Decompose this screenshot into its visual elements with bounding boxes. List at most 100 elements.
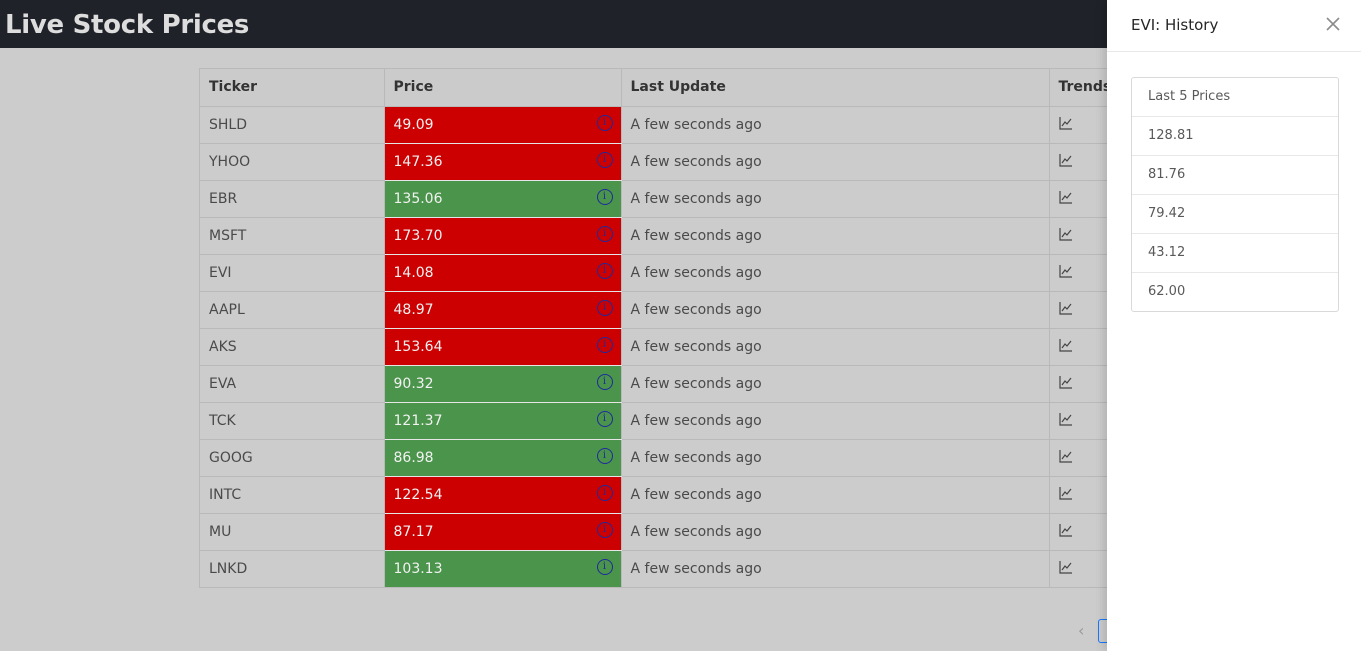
ticker-cell: LNKD	[200, 550, 385, 587]
page-title: Live Stock Prices	[5, 10, 250, 40]
header-ticker[interactable]: Ticker	[200, 69, 385, 107]
table-row[interactable]: EBR 135.06 i A few seconds ago	[200, 180, 1200, 218]
info-icon[interactable]: i	[596, 336, 613, 353]
last-update-cell: A few seconds ago	[621, 106, 1050, 144]
chevron-left-icon[interactable]: ‹	[1078, 621, 1084, 640]
ticker-cell: EVI	[200, 254, 385, 292]
price-value: 135.06	[393, 190, 443, 207]
table-row[interactable]: EVI 14.08 i A few seconds ago	[200, 254, 1200, 292]
table-row[interactable]: TCK 121.37 i A few seconds ago	[200, 402, 1200, 440]
info-icon[interactable]: i	[596, 447, 613, 464]
line-chart-icon[interactable]	[1058, 301, 1073, 315]
price-value: 122.54	[393, 486, 443, 503]
line-chart-icon[interactable]	[1058, 227, 1073, 241]
line-chart-icon[interactable]	[1058, 560, 1073, 574]
table-row[interactable]: EVA 90.32 i A few seconds ago	[200, 365, 1200, 403]
info-icon[interactable]: i	[596, 521, 613, 538]
price-cell: 122.54 i	[384, 476, 622, 514]
price-cell: 14.08 i	[384, 254, 622, 292]
last-update-cell: A few seconds ago	[621, 143, 1050, 181]
line-chart-icon[interactable]	[1058, 449, 1073, 463]
last-update-cell: A few seconds ago	[621, 180, 1050, 218]
price-cell: 135.06 i	[384, 180, 622, 218]
price-cell: 87.17 i	[384, 513, 622, 551]
table-row[interactable]: SHLD 49.09 i A few seconds ago	[200, 106, 1200, 144]
line-chart-icon[interactable]	[1058, 375, 1073, 389]
last-update-cell: A few seconds ago	[621, 254, 1050, 292]
price-cell: 173.70 i	[384, 217, 622, 255]
history-item: 79.42	[1132, 195, 1338, 234]
last-update-cell: A few seconds ago	[621, 291, 1050, 329]
header-last-update[interactable]: Last Update	[621, 69, 1050, 107]
last-update-cell: A few seconds ago	[621, 513, 1050, 551]
table-row[interactable]: AAPL 48.97 i A few seconds ago	[200, 291, 1200, 329]
price-cell: 103.13 i	[384, 550, 622, 587]
last-update-cell: A few seconds ago	[621, 217, 1050, 255]
price-cell: 153.64 i	[384, 328, 622, 366]
header-price[interactable]: Price	[384, 69, 622, 107]
line-chart-icon[interactable]	[1058, 190, 1073, 204]
price-value: 86.98	[393, 449, 434, 466]
last-update-cell: A few seconds ago	[621, 439, 1050, 477]
info-icon[interactable]: i	[596, 114, 613, 131]
info-icon[interactable]: i	[596, 262, 613, 279]
price-value: 48.97	[393, 301, 434, 318]
price-value: 147.36	[393, 153, 443, 170]
info-icon[interactable]: i	[596, 151, 613, 168]
close-icon[interactable]	[1323, 14, 1343, 34]
info-icon[interactable]: i	[596, 484, 613, 501]
table-row[interactable]: INTC 122.54 i A few seconds ago	[200, 476, 1200, 514]
price-cell: 121.37 i	[384, 402, 622, 440]
line-chart-icon[interactable]	[1058, 486, 1073, 500]
ticker-cell: SHLD	[200, 106, 385, 144]
info-icon[interactable]: i	[596, 558, 613, 575]
ticker-cell: GOOG	[200, 439, 385, 477]
drawer-header: EVI: History	[1107, 0, 1361, 52]
last-update-cell: A few seconds ago	[621, 476, 1050, 514]
history-header: Last 5 Prices	[1132, 78, 1338, 117]
price-cell: 90.32 i	[384, 365, 622, 403]
line-chart-icon[interactable]	[1058, 264, 1073, 278]
info-icon[interactable]: i	[596, 225, 613, 242]
last-update-cell: A few seconds ago	[621, 550, 1050, 587]
table-row[interactable]: MSFT 173.70 i A few seconds ago	[200, 217, 1200, 255]
ticker-cell: AAPL	[200, 291, 385, 329]
price-value: 87.17	[393, 523, 434, 540]
ticker-cell: YHOO	[200, 143, 385, 181]
price-value: 90.32	[393, 375, 434, 392]
info-icon[interactable]: i	[596, 188, 613, 205]
ticker-cell: EBR	[200, 180, 385, 218]
info-icon[interactable]: i	[596, 373, 613, 390]
info-icon[interactable]: i	[596, 299, 613, 316]
history-item: 128.81	[1132, 117, 1338, 156]
ticker-cell: MU	[200, 513, 385, 551]
last-update-cell: A few seconds ago	[621, 365, 1050, 403]
ticker-cell: MSFT	[200, 217, 385, 255]
ticker-cell: EVA	[200, 365, 385, 403]
line-chart-icon[interactable]	[1058, 153, 1073, 167]
price-value: 173.70	[393, 227, 443, 244]
ticker-cell: INTC	[200, 476, 385, 514]
table-header-row: Ticker Price Last Update Trends	[200, 69, 1200, 107]
price-value: 14.08	[393, 264, 434, 281]
price-value: 153.64	[393, 338, 443, 355]
line-chart-icon[interactable]	[1058, 338, 1073, 352]
ticker-cell: TCK	[200, 402, 385, 440]
table-row[interactable]: YHOO 147.36 i A few seconds ago	[200, 143, 1200, 181]
drawer-title: EVI: History	[1131, 16, 1219, 34]
line-chart-icon[interactable]	[1058, 523, 1073, 537]
table-row[interactable]: MU 87.17 i A few seconds ago	[200, 513, 1200, 551]
price-value: 121.37	[393, 412, 443, 429]
ticker-cell: AKS	[200, 328, 385, 366]
history-item: 43.12	[1132, 234, 1338, 273]
price-cell: 147.36 i	[384, 143, 622, 181]
info-icon[interactable]: i	[596, 410, 613, 427]
price-cell: 48.97 i	[384, 291, 622, 329]
table-row[interactable]: GOOG 86.98 i A few seconds ago	[200, 439, 1200, 477]
history-drawer: EVI: History Last 5 Prices 128.81 81.76 …	[1107, 0, 1361, 651]
line-chart-icon[interactable]	[1058, 116, 1073, 130]
table-row[interactable]: AKS 153.64 i A few seconds ago	[200, 328, 1200, 366]
table-row[interactable]: LNKD 103.13 i A few seconds ago	[200, 550, 1200, 587]
line-chart-icon[interactable]	[1058, 412, 1073, 426]
price-value: 103.13	[393, 560, 443, 577]
